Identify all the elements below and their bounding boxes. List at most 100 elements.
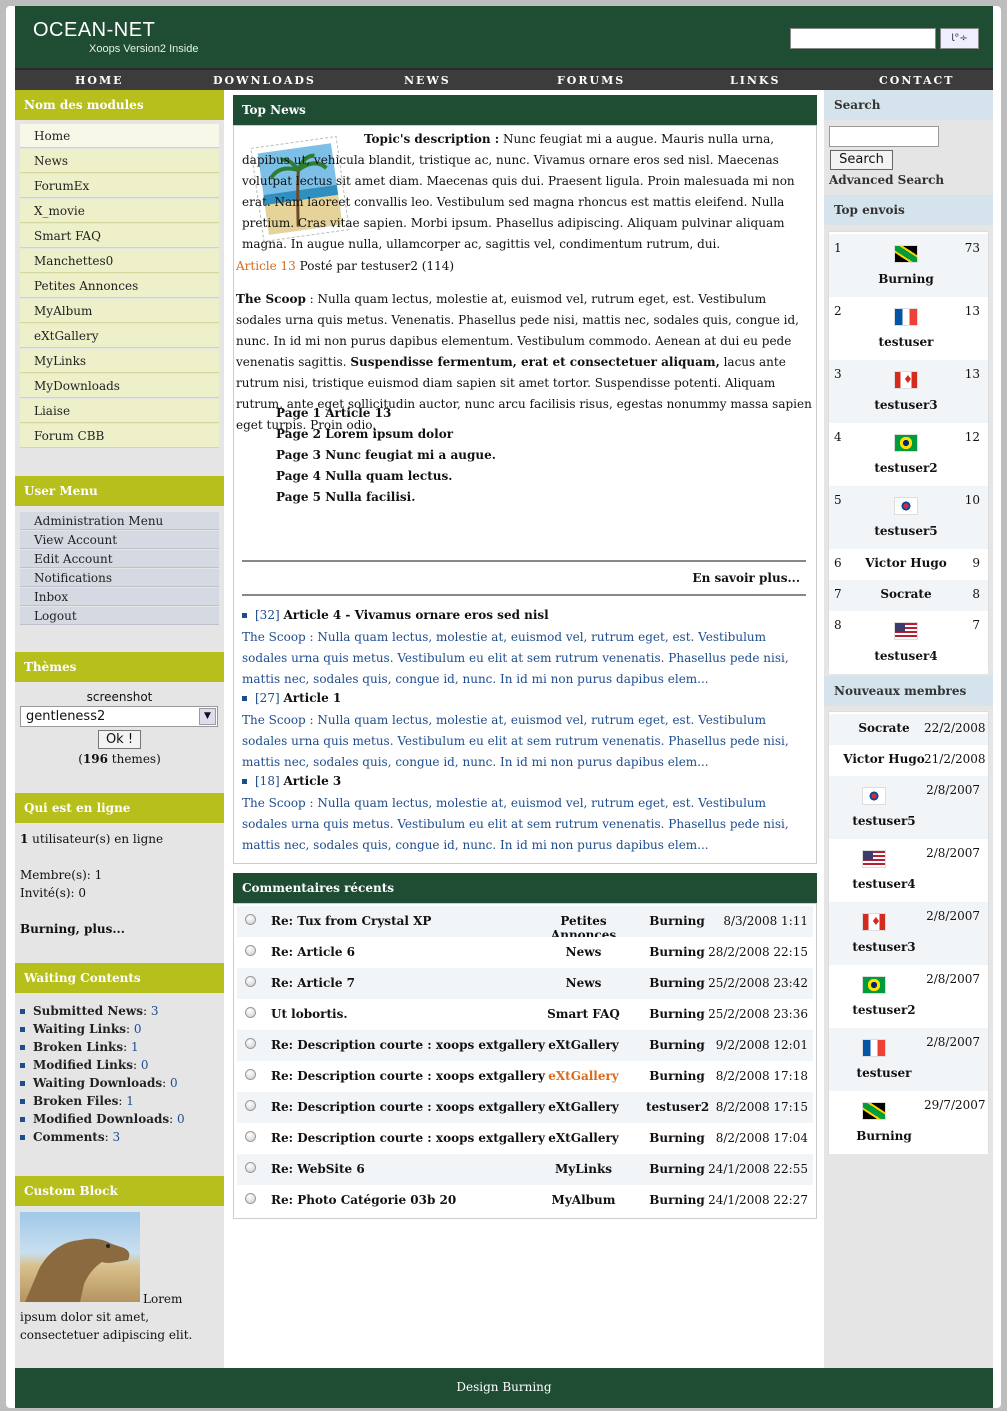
new-member-name-5[interactable]: testuser2 xyxy=(829,1003,939,1017)
user-menu-item-0[interactable]: Administration Menu xyxy=(20,512,219,530)
header-search-button[interactable]: ﺎ°÷ xyxy=(940,28,979,49)
comment-module-1[interactable]: News xyxy=(526,945,641,959)
comment-user-4[interactable]: Burning xyxy=(646,1038,708,1052)
online-names[interactable]: Burning, plus... xyxy=(20,922,125,936)
nav-home[interactable]: HOME xyxy=(75,74,124,87)
waiting-item-7[interactable]: Comments: 3 xyxy=(20,1130,120,1144)
module-item-0[interactable]: Home xyxy=(20,124,219,148)
page-link-4[interactable]: Page 5 Nulla facilisi. xyxy=(276,490,415,504)
nav-downloads[interactable]: DOWNLOADS xyxy=(213,74,316,87)
advanced-search-link[interactable]: Advanced Search xyxy=(829,173,944,187)
comment-module-3[interactable]: Smart FAQ xyxy=(526,1007,641,1021)
comment-title-0[interactable]: Re: Tux from Crystal XP xyxy=(271,914,431,928)
page-link-1[interactable]: Page 2 Lorem ipsum dolor xyxy=(276,427,453,441)
module-item-3[interactable]: X_movie xyxy=(20,199,219,223)
comment-user-8[interactable]: Burning xyxy=(646,1162,708,1176)
other-article-id[interactable]: [27] xyxy=(255,691,280,705)
comment-title-3[interactable]: Ut lobortis. xyxy=(271,1007,348,1021)
new-member-name-1[interactable]: Victor Hugo xyxy=(829,752,939,766)
other-article-2[interactable]: [18] Article 3 xyxy=(242,774,341,788)
other-article-title[interactable]: Article 4 - Vivamus ornare eros sed nisl xyxy=(283,608,548,622)
top-poster-name-7[interactable]: testuser4 xyxy=(846,649,966,663)
new-member-name-4[interactable]: testuser3 xyxy=(829,940,939,954)
module-item-2[interactable]: ForumEx xyxy=(20,174,219,198)
comment-user-1[interactable]: Burning xyxy=(646,945,708,959)
new-member-name-2[interactable]: testuser5 xyxy=(829,814,939,828)
top-poster-name-5[interactable]: Victor Hugo xyxy=(846,556,966,570)
comment-user-5[interactable]: Burning xyxy=(646,1069,708,1083)
nav-forums[interactable]: FORUMS xyxy=(557,74,625,87)
comment-user-0[interactable]: Burning xyxy=(646,914,708,928)
theme-ok-button[interactable]: Ok ! xyxy=(98,730,141,749)
other-article-1[interactable]: [27] Article 1 xyxy=(242,691,341,705)
top-poster-name-0[interactable]: Burning xyxy=(846,272,966,286)
comment-title-5[interactable]: Re: Description courte : xoops extgaller… xyxy=(271,1069,545,1083)
user-menu-item-2[interactable]: Edit Account xyxy=(20,550,219,568)
other-article-id[interactable]: [32] xyxy=(255,608,280,622)
other-article-title[interactable]: Article 1 xyxy=(283,691,341,705)
comment-module-8[interactable]: MyLinks xyxy=(526,1162,641,1176)
module-item-10[interactable]: MyDownloads xyxy=(20,374,219,398)
module-item-4[interactable]: Smart FAQ xyxy=(20,224,219,248)
module-item-1[interactable]: News xyxy=(20,149,219,173)
module-item-12[interactable]: Forum CBB xyxy=(20,424,219,448)
user-menu-item-1[interactable]: View Account xyxy=(20,531,219,549)
waiting-item-1[interactable]: Waiting Links: 0 xyxy=(20,1022,141,1036)
waiting-item-2[interactable]: Broken Links: 1 xyxy=(20,1040,139,1054)
page-link-0[interactable]: Page 1 Article 13 xyxy=(276,406,391,420)
comment-module-4[interactable]: eXtGallery xyxy=(526,1038,641,1052)
comment-user-2[interactable]: Burning xyxy=(646,976,708,990)
site-logo[interactable]: OCEAN-NET xyxy=(33,19,155,42)
search-button[interactable]: Search xyxy=(830,150,893,170)
comment-module-2[interactable]: News xyxy=(526,976,641,990)
comment-title-7[interactable]: Re: Description courte : xoops extgaller… xyxy=(271,1131,545,1145)
top-poster-name-3[interactable]: testuser2 xyxy=(846,461,966,475)
page-link-3[interactable]: Page 4 Nulla quam lectus. xyxy=(276,469,452,483)
header-search-input[interactable] xyxy=(790,28,936,49)
new-member-name-3[interactable]: testuser4 xyxy=(829,877,939,891)
module-item-8[interactable]: eXtGallery xyxy=(20,324,219,348)
waiting-item-4[interactable]: Waiting Downloads: 0 xyxy=(20,1076,178,1090)
waiting-item-6[interactable]: Modified Downloads: 0 xyxy=(20,1112,185,1126)
waiting-item-0[interactable]: Submitted News: 3 xyxy=(20,1004,159,1018)
new-member-name-6[interactable]: testuser xyxy=(829,1066,939,1080)
comment-title-2[interactable]: Re: Article 7 xyxy=(271,976,355,990)
waiting-item-3[interactable]: Modified Links: 0 xyxy=(20,1058,148,1072)
module-item-6[interactable]: Petites Annonces xyxy=(20,274,219,298)
module-item-7[interactable]: MyAlbum xyxy=(20,299,219,323)
other-article-id[interactable]: [18] xyxy=(255,774,280,788)
chevron-down-icon[interactable]: ▼ xyxy=(199,708,216,725)
page-link-2[interactable]: Page 3 Nunc feugiat mi a augue. xyxy=(276,448,496,462)
comment-module-6[interactable]: eXtGallery xyxy=(526,1100,641,1114)
new-member-name-0[interactable]: Socrate xyxy=(829,721,939,735)
comment-title-6[interactable]: Re: Description courte : xoops extgaller… xyxy=(271,1100,545,1114)
comment-user-7[interactable]: Burning xyxy=(646,1131,708,1145)
article-link[interactable]: Article 13 xyxy=(236,259,296,273)
comment-module-5[interactable]: eXtGallery xyxy=(526,1069,641,1083)
comment-title-1[interactable]: Re: Article 6 xyxy=(271,945,355,959)
top-poster-name-1[interactable]: testuser xyxy=(846,335,966,349)
module-item-9[interactable]: MyLinks xyxy=(20,349,219,373)
waiting-item-5[interactable]: Broken Files: 1 xyxy=(20,1094,134,1108)
comment-title-9[interactable]: Re: Photo Catégorie 03b 20 xyxy=(271,1193,456,1207)
read-more-link[interactable]: En savoir plus... xyxy=(606,571,800,585)
comment-title-4[interactable]: Re: Description courte : xoops extgaller… xyxy=(271,1038,545,1052)
top-poster-name-6[interactable]: Socrate xyxy=(846,587,966,601)
comment-user-3[interactable]: Burning xyxy=(646,1007,708,1021)
search-input[interactable] xyxy=(829,126,939,147)
top-poster-name-4[interactable]: testuser5 xyxy=(846,524,966,538)
other-article-0[interactable]: [32] Article 4 - Vivamus ornare eros sed… xyxy=(242,608,549,622)
comment-title-8[interactable]: Re: WebSite 6 xyxy=(271,1162,365,1176)
other-article-title[interactable]: Article 3 xyxy=(283,774,341,788)
comment-user-9[interactable]: Burning xyxy=(646,1193,708,1207)
comment-module-7[interactable]: eXtGallery xyxy=(526,1131,641,1145)
comment-module-9[interactable]: MyAlbum xyxy=(526,1193,641,1207)
nav-news[interactable]: NEWS xyxy=(404,74,451,87)
module-item-5[interactable]: Manchettes0 xyxy=(20,249,219,273)
top-poster-name-2[interactable]: testuser3 xyxy=(846,398,966,412)
module-item-11[interactable]: Liaise xyxy=(20,399,219,423)
theme-select[interactable]: gentleness2 ▼ xyxy=(20,706,218,727)
comment-user-6[interactable]: testuser2 xyxy=(646,1100,709,1114)
user-menu-item-3[interactable]: Notifications xyxy=(20,569,219,587)
user-menu-item-5[interactable]: Logout xyxy=(20,607,219,625)
